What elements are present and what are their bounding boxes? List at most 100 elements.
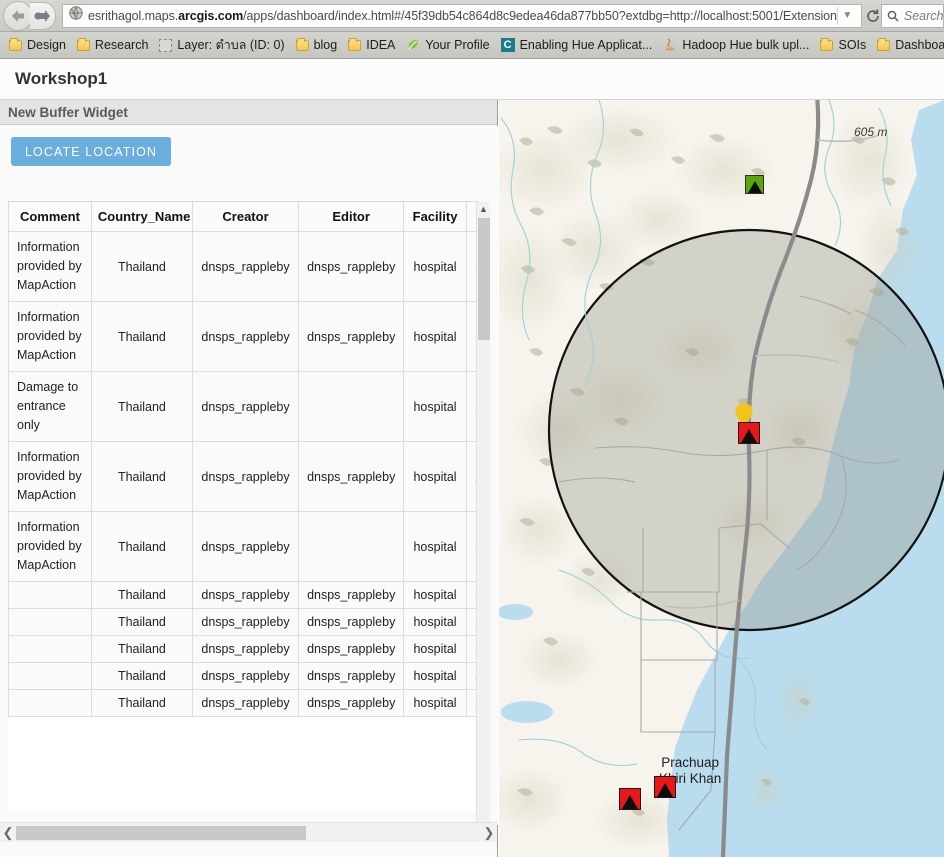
back-button[interactable] xyxy=(3,0,33,31)
cell-country: Thailand xyxy=(90,511,193,582)
table-row[interactable]: Thailand dnsps_rappleby dnsps_rappleby hosp… xyxy=(8,608,479,636)
table-row[interactable]: Thailand dnsps_rappleby dnsps_rappleby hosp… xyxy=(8,662,479,690)
cell-facility: hospital xyxy=(403,662,467,690)
column-header-editor[interactable]: Editor xyxy=(298,201,405,232)
cell-editor: dnsps_rappleby xyxy=(298,301,405,372)
cell-creator: dnsps_rappleby xyxy=(191,301,300,372)
bookmark-label: Design xyxy=(27,38,66,52)
chevron-right-icon[interactable]: ❯ xyxy=(481,825,497,841)
bookmark-label: Dashboard xyxy=(895,38,944,52)
bookmark-dashboard[interactable]: Dashboard xyxy=(872,35,944,56)
bookmark-label: SOIs xyxy=(838,38,867,52)
chevron-down-icon[interactable]: ▼ xyxy=(836,6,857,25)
bookmark-sois[interactable]: SOIs xyxy=(815,35,871,56)
table-body: Information provided by MapAction Thailan… xyxy=(8,231,479,717)
bookmark-blog[interactable]: blog xyxy=(291,35,343,56)
bookmark-idea[interactable]: IDEA xyxy=(343,35,400,56)
vertical-scrollbar-thumb[interactable] xyxy=(478,218,490,340)
cell-country: Thailand xyxy=(90,371,193,442)
column-header-comment[interactable]: Comment xyxy=(8,201,92,232)
red-triangle-marker-2[interactable] xyxy=(654,776,676,798)
cell-facility: hospital xyxy=(403,301,467,372)
cell-creator: dnsps_rappleby xyxy=(191,581,300,609)
url-text: esrithagol.maps.arcgis.com/apps/dashboar… xyxy=(88,8,837,23)
table-row[interactable]: Thailand dnsps_rappleby dnsps_rappleby hosp… xyxy=(8,581,479,609)
column-header-creator[interactable]: Creator xyxy=(191,201,300,232)
cell-comment: Damage to entrance only xyxy=(8,371,92,442)
cell-facility: hospital xyxy=(403,441,467,512)
triangle-icon xyxy=(622,795,638,809)
bookmark-enabling-hue[interactable]: C Enabling Hue Applicat... xyxy=(496,35,658,56)
search-placeholder: Search xyxy=(903,8,944,23)
locate-location-button[interactable]: LOCATE LOCATION xyxy=(11,137,172,166)
cell-comment: Information provided by MapAction xyxy=(8,301,92,372)
map-canvas xyxy=(499,100,944,857)
bookmark-layer[interactable]: Layer: ตำบล (ID: 0) xyxy=(154,35,289,56)
cell-editor xyxy=(298,371,405,442)
table-row[interactable]: Information provided by MapAction Thailan… xyxy=(8,231,479,302)
bookmark-label: blog xyxy=(313,38,338,52)
data-table-viewport[interactable]: Comment Country_Name Creator Editor Faci… xyxy=(8,201,479,812)
chevron-left-icon[interactable]: ❮ xyxy=(0,825,16,841)
map-view[interactable]: 605 m Prachuap Khiri Khan xyxy=(499,100,944,857)
page-title: Workshop1 xyxy=(15,69,108,88)
bookmark-your-profile[interactable]: Your Profile xyxy=(401,35,494,56)
chevron-up-icon[interactable]: ▲ xyxy=(477,202,490,216)
address-bar[interactable]: esrithagol.maps.arcgis.com/apps/dashboar… xyxy=(62,3,862,28)
horizontal-scrollbar-track[interactable] xyxy=(16,825,481,840)
table-row[interactable]: Thailand dnsps_rappleby dnsps_rappleby hosp… xyxy=(8,635,479,663)
folder-icon xyxy=(877,37,891,51)
cell-editor: dnsps_rappleby xyxy=(298,441,405,512)
cell-comment xyxy=(8,608,92,636)
cell-country: Thailand xyxy=(90,441,193,512)
widget-body: LOCATE LOCATION Comment Country_Name Cre… xyxy=(0,126,498,825)
triangle-icon xyxy=(747,181,762,193)
search-box[interactable]: Search xyxy=(880,3,944,28)
cell-country: Thailand xyxy=(90,662,193,690)
red-triangle-marker-center[interactable] xyxy=(738,422,760,444)
cell-creator: dnsps_rappleby xyxy=(191,635,300,663)
bookmark-research[interactable]: Research xyxy=(72,35,154,56)
reload-button[interactable] xyxy=(865,3,881,29)
table-row[interactable]: Information provided by MapAction Thailan… xyxy=(8,511,479,582)
cell-comment xyxy=(8,662,92,690)
cell-creator: dnsps_rappleby xyxy=(191,689,300,717)
dotted-square-icon xyxy=(159,38,173,52)
cell-country: Thailand xyxy=(90,635,193,663)
cell-facility: hospital xyxy=(403,689,467,717)
cell-editor: dnsps_rappleby xyxy=(298,581,405,609)
bookmark-hadoop-hue[interactable]: Hadoop Hue bulk upl... xyxy=(658,35,814,56)
table-row[interactable]: Damage to entrance only Thailand dnsps_rap… xyxy=(8,371,479,442)
column-header-facility[interactable]: Facility xyxy=(403,201,467,232)
table-row[interactable]: Information provided by MapAction Thailan… xyxy=(8,301,479,372)
column-header-country[interactable]: Country_Name xyxy=(90,201,193,232)
horizontal-scrollbar-thumb[interactable] xyxy=(16,825,306,840)
forward-button[interactable] xyxy=(30,1,56,30)
bookmark-label: Hadoop Hue bulk upl... xyxy=(682,38,810,52)
green-triangle-marker[interactable] xyxy=(745,175,764,194)
bookmark-design[interactable]: Design xyxy=(4,35,71,56)
java-icon xyxy=(663,38,677,52)
table-horizontal-scrollbar[interactable]: ❮ ❯ xyxy=(0,822,497,842)
cell-country: Thailand xyxy=(90,581,193,609)
bookmarks-bar: Design Research Layer: ตำบล (ID: 0) blog… xyxy=(0,32,944,59)
cell-facility: hospital xyxy=(403,371,467,442)
bookmark-label: Enabling Hue Applicat... xyxy=(519,38,653,52)
red-triangle-marker-1[interactable] xyxy=(619,788,641,810)
dashboard-header: Workshop1 xyxy=(0,59,944,100)
cell-comment: Information provided by MapAction xyxy=(8,511,92,582)
table-row[interactable]: Information provided by MapAction Thailan… xyxy=(8,441,479,512)
widget-titlebar: New Buffer Widget xyxy=(0,100,497,125)
search-icon xyxy=(887,10,899,21)
cell-creator: dnsps_rappleby xyxy=(191,662,300,690)
widget-panel: New Buffer Widget LOCATE LOCATION Commen… xyxy=(0,100,498,857)
cell-creator: dnsps_rappleby xyxy=(191,511,300,582)
table-vertical-scrollbar[interactable]: ▲ ▼ xyxy=(476,202,490,825)
table-header: Comment Country_Name Creator Editor Faci… xyxy=(8,201,479,232)
folder-icon xyxy=(820,37,834,51)
forward-arrow-icon xyxy=(33,9,50,22)
data-table: Comment Country_Name Creator Editor Faci… xyxy=(8,201,479,717)
cell-creator: dnsps_rappleby xyxy=(191,231,300,302)
table-row[interactable]: Thailand dnsps_rappleby dnsps_rappleby hosp… xyxy=(8,689,479,717)
folder-icon xyxy=(348,37,362,51)
